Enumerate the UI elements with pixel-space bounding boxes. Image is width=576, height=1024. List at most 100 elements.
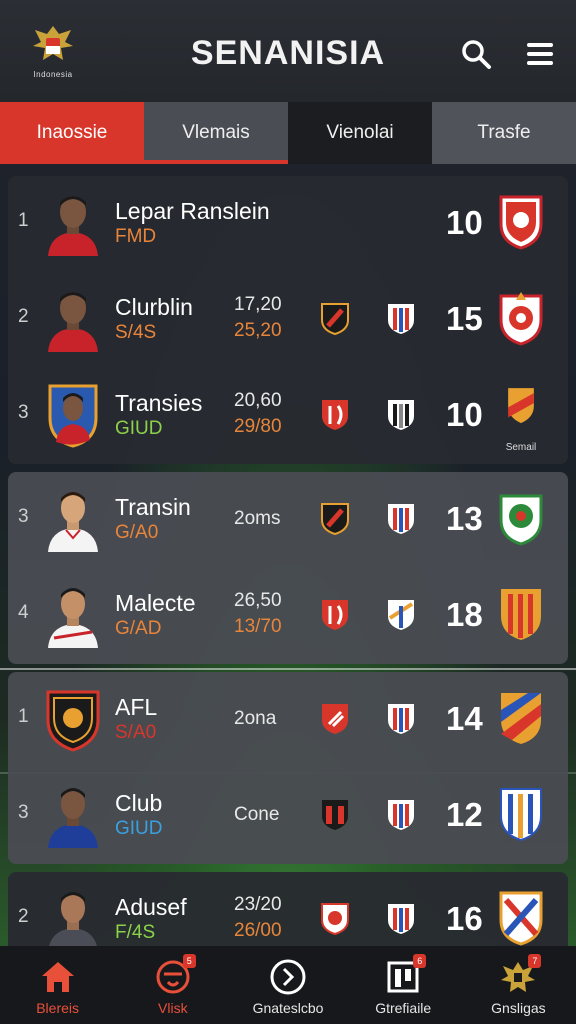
stat-secondary: 29/80 [234, 416, 282, 437]
player-name: Transin [115, 494, 191, 520]
player-score: 15 [446, 300, 483, 337]
tab-bar: Inaossie Vlemais Vienolai Trasfe [0, 102, 576, 164]
search-icon[interactable] [460, 38, 492, 70]
ranking-group: 1 AFL S/A0 2ona 14 3 Club GIUD Cone 12 [8, 672, 568, 864]
app-header: Indonesia SENANISIA [0, 0, 576, 102]
stat-primary: 20,60 [234, 390, 282, 411]
crest-label: Semail [505, 442, 537, 453]
nav-label: Blereis [36, 1000, 79, 1016]
nav-gtrefiaile[interactable]: 6 Gtrefiaile [346, 946, 461, 1024]
stat-secondary: 13/70 [234, 616, 282, 637]
team-badge-icon [388, 304, 414, 334]
nav-gnsligas[interactable]: 7 Gnsligas [461, 946, 576, 1024]
notification-badge: 7 [528, 954, 542, 968]
rank-number: 3 [18, 402, 29, 423]
player-name: Transies [115, 390, 203, 416]
arrow-circle-icon [270, 959, 306, 995]
rank-number: 1 [18, 210, 29, 231]
list-item[interactable]: 4 Malecte G/AD 26,50 13/70 18 [8, 568, 568, 664]
player-name: Clurblin [115, 294, 193, 320]
player-position: GIUD [115, 418, 163, 439]
player-avatar [48, 588, 98, 648]
team-badge-icon [321, 503, 349, 536]
club-crest-icon [501, 693, 541, 744]
tab-trasfe[interactable]: Trasfe [432, 102, 576, 164]
player-name: Malecte [115, 590, 196, 616]
player-score: 16 [446, 900, 483, 937]
stat-primary: 2ona [234, 708, 277, 729]
player-position: S/A0 [115, 722, 157, 743]
rank-number: 2 [18, 306, 29, 327]
player-score: 12 [446, 796, 483, 833]
list-item[interactable]: 3 Club GIUD Cone 12 [8, 768, 568, 864]
player-avatar [48, 788, 98, 848]
nav-vlisk[interactable]: 5 Vlisk [115, 946, 230, 1024]
menu-icon[interactable] [524, 38, 556, 70]
ranking-group: 1 Lepar Ranslein FMD 10 2 Clurblin S/4S … [8, 176, 568, 464]
tab-vlemais[interactable]: Vlemais [144, 102, 288, 164]
rank-number: 3 [18, 506, 29, 527]
club-name: AFL [115, 694, 158, 720]
list-item[interactable]: 1 Lepar Ranslein FMD 10 [8, 176, 568, 272]
nav-label: Gnateslcbo [252, 1000, 324, 1016]
player-avatar [48, 892, 98, 952]
player-avatar [48, 196, 98, 256]
player-position: G/AD [115, 618, 162, 639]
player-avatar [48, 292, 98, 352]
team-badge-icon [388, 400, 414, 430]
stat-primary: 2oms [234, 508, 281, 529]
team-badge-icon [322, 400, 348, 430]
team-badge-icon [321, 903, 349, 936]
player-score: 10 [446, 204, 483, 241]
player-score: 14 [446, 700, 483, 737]
team-badge-icon [388, 800, 414, 830]
team-badge-icon [322, 600, 348, 630]
nav-label: Gnsligas [491, 1000, 546, 1016]
club-name: Club [115, 790, 163, 816]
list-item[interactable]: 3 Transin G/A0 2oms 13 [8, 472, 568, 568]
player-position: F/4S [115, 922, 156, 943]
player-position: FMD [115, 226, 157, 247]
ranking-list: 1 Lepar Ranslein FMD 10 2 Clurblin S/4S … [8, 176, 568, 976]
tab-vienolai[interactable]: Vienolai [288, 102, 432, 164]
club-crest-icon [500, 788, 542, 842]
rank-number: 3 [18, 802, 29, 823]
team-badge-icon [321, 303, 349, 336]
player-position: G/A0 [115, 522, 159, 543]
list-item[interactable]: 2 Clurblin S/4S 17,20 25,20 15 [8, 272, 568, 368]
list-item[interactable]: 1 AFL S/A0 2ona 14 [8, 672, 568, 768]
player-avatar [48, 384, 98, 448]
player-position: GIUD [115, 818, 163, 839]
home-icon [41, 962, 74, 992]
nav-gnateslcbo[interactable]: Gnateslcbo [230, 946, 345, 1024]
rank-number: 4 [18, 602, 29, 623]
notification-badge: 5 [182, 954, 196, 968]
nav-label: Vlisk [158, 1000, 188, 1016]
list-item[interactable]: 3 Transies GIUD 20,60 29/80 10 Semail [8, 368, 568, 464]
rank-number: 2 [18, 906, 29, 927]
stat-primary: 17,20 [234, 294, 282, 315]
club-avatar-icon [46, 690, 100, 752]
stat-primary: 26,50 [234, 590, 282, 611]
nav-label: Gtrefiaile [375, 1000, 432, 1016]
stat-secondary: 26/00 [234, 920, 282, 941]
club-crest-icon [508, 388, 534, 424]
player-score: 10 [446, 396, 483, 433]
player-avatar [48, 492, 98, 552]
rank-number: 1 [18, 706, 29, 727]
stat-primary: 23/20 [234, 894, 282, 915]
stat-secondary: 25,20 [234, 320, 282, 341]
club-crest-icon [501, 589, 541, 640]
nav-blereis[interactable]: Blereis [0, 946, 115, 1024]
club-crest-icon [499, 494, 543, 546]
player-score: 13 [446, 500, 483, 537]
team-badge-icon [388, 704, 414, 734]
team-badge-icon [388, 600, 414, 630]
bottom-nav: Blereis 5 Vlisk Gnateslcbo 6 Gtrefiaile … [0, 946, 576, 1024]
notification-badge: 6 [413, 954, 427, 968]
player-name: Adusef [115, 894, 187, 920]
club-crest-icon [499, 891, 543, 946]
team-badge-icon [322, 704, 348, 734]
tab-inaossie[interactable]: Inaossie [0, 102, 144, 164]
player-name: Lepar Ranslein [115, 198, 270, 224]
